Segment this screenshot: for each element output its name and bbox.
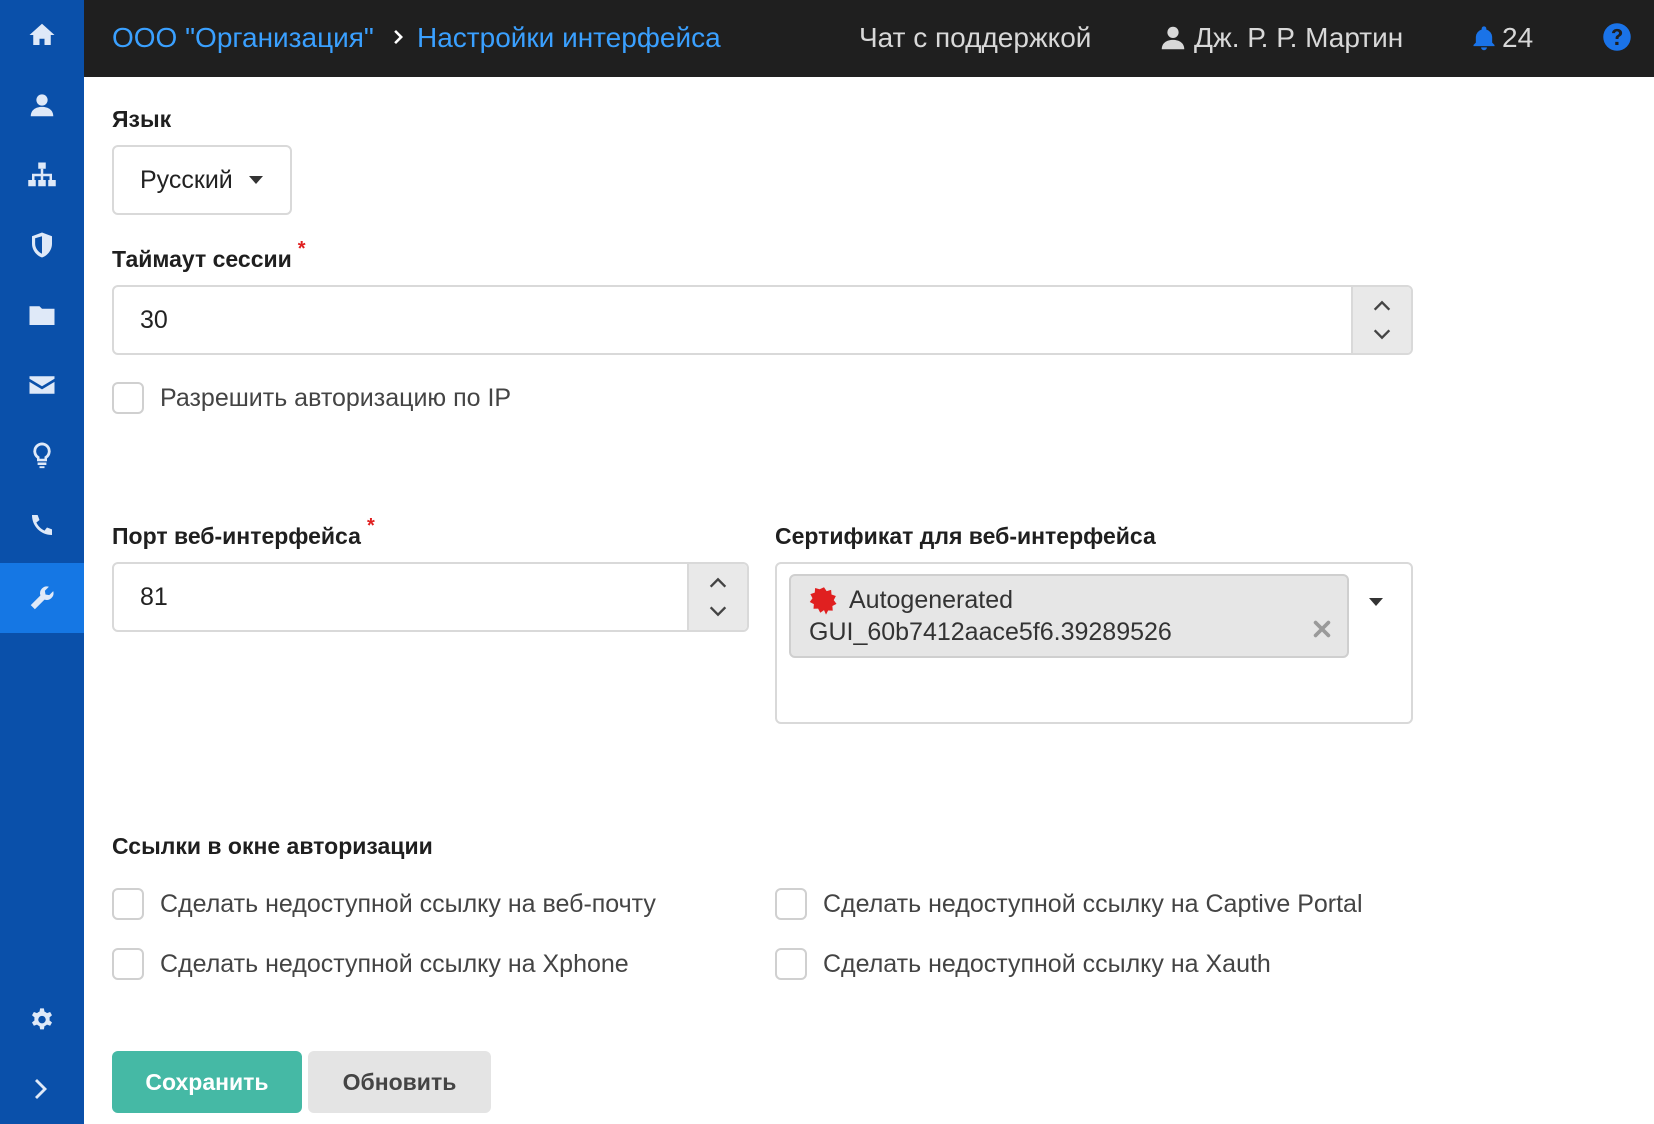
- certificate-name-line2: GUI_60b7412aace5f6.39289526: [809, 618, 1172, 646]
- user-icon: [1161, 26, 1185, 50]
- chevron-up-icon[interactable]: [1371, 295, 1393, 317]
- sidebar-item-phone[interactable]: [0, 490, 84, 560]
- caret-down-icon[interactable]: [1369, 598, 1383, 606]
- disable-captive-portal-link-checkbox[interactable]: [775, 888, 807, 920]
- disable-xauth-link-label: Сделать недоступной ссылку на Xauth: [823, 950, 1271, 978]
- session-timeout-input[interactable]: 30: [112, 285, 1413, 355]
- gear-icon: [32, 1008, 52, 1030]
- sidebar-item-settings-tools[interactable]: [0, 563, 84, 633]
- web-port-label-text: Порт веб-интерфейса: [112, 523, 361, 549]
- sidebar-item-system-settings[interactable]: [0, 984, 84, 1054]
- required-mark: *: [297, 238, 306, 260]
- certificate-name-line1: Autogenerated: [849, 586, 1014, 614]
- chevron-right-icon: [35, 1079, 47, 1099]
- top-bar: ООО "Организация" Настройки интерфейса Ч…: [84, 0, 1654, 77]
- phone-icon: [32, 515, 52, 535]
- sidebar-item-structure[interactable]: [0, 140, 84, 210]
- session-timeout-stepper[interactable]: [1351, 287, 1411, 353]
- disable-webmail-link-checkbox[interactable]: [112, 888, 144, 920]
- auth-links-title: Ссылки в окне авторизации: [112, 833, 433, 859]
- caret-down-icon: [248, 176, 263, 184]
- user-icon: [30, 94, 54, 117]
- sidebar-item-files[interactable]: [0, 280, 84, 350]
- disable-captive-portal-link-label: Сделать недоступной ссылку на Captive Po…: [823, 890, 1363, 918]
- chevron-right-icon: [394, 30, 403, 44]
- allow-ip-auth-label: Разрешить авторизацию по IP: [160, 384, 512, 412]
- user-menu[interactable]: Дж. Р. Р. Мартин: [1158, 18, 1403, 58]
- web-port-value: 81: [140, 583, 168, 611]
- disable-xphone-link-checkbox[interactable]: [112, 948, 144, 980]
- sidebar: [0, 0, 84, 1124]
- certificate-select[interactable]: Autogenerated GUI_60b7412aace5f6.3928952…: [775, 562, 1413, 724]
- lightbulb-icon: [33, 442, 51, 469]
- notifications-button[interactable]: 24: [1470, 18, 1533, 58]
- allow-ip-auth-checkbox[interactable]: [112, 382, 144, 414]
- chevron-down-icon[interactable]: [1371, 323, 1393, 345]
- sidebar-expand[interactable]: [0, 1054, 84, 1124]
- required-mark: *: [366, 515, 375, 537]
- home-icon: [29, 23, 55, 45]
- support-chat-link[interactable]: Чат с поддержкой: [859, 18, 1091, 58]
- sidebar-item-home[interactable]: [0, 0, 84, 70]
- sitemap-icon: [28, 162, 56, 187]
- chevron-down-icon[interactable]: [707, 600, 729, 622]
- session-timeout-value: 30: [140, 306, 168, 334]
- help-button[interactable]: [1602, 22, 1632, 52]
- sidebar-item-security[interactable]: [0, 210, 84, 280]
- breadcrumb-organization[interactable]: ООО "Организация": [112, 18, 374, 58]
- remove-icon[interactable]: [1311, 618, 1333, 640]
- folder-icon: [29, 306, 55, 325]
- disable-xphone-link-label: Сделать недоступной ссылку на Xphone: [160, 950, 629, 978]
- shield-icon: [32, 232, 52, 258]
- web-port-label: Порт веб-интерфейса *: [112, 515, 375, 550]
- certificate-label: Сертификат для веб-интерфейса: [775, 523, 1156, 549]
- web-port-input[interactable]: 81: [112, 562, 749, 632]
- refresh-button[interactable]: Обновить: [308, 1051, 491, 1113]
- notifications-count: 24: [1502, 22, 1534, 53]
- wrench-icon: [30, 586, 54, 610]
- certificate-selected-tag: Autogenerated GUI_60b7412aace5f6.3928952…: [789, 574, 1349, 658]
- sidebar-item-mail[interactable]: [0, 350, 84, 420]
- language-select[interactable]: Русский: [112, 145, 292, 215]
- sidebar-item-ideas[interactable]: [0, 420, 84, 490]
- session-timeout-label-text: Таймаут сессии: [112, 246, 292, 272]
- user-name: Дж. Р. Р. Мартин: [1194, 22, 1404, 53]
- breadcrumb-current-page: Настройки интерфейса: [417, 22, 721, 53]
- save-button[interactable]: Сохранить: [112, 1051, 302, 1113]
- chevron-up-icon[interactable]: [707, 572, 729, 594]
- session-timeout-label: Таймаут сессии *: [112, 238, 306, 273]
- envelope-icon: [29, 376, 55, 394]
- bell-icon: [1473, 26, 1495, 51]
- language-value: Русский: [140, 165, 233, 194]
- web-port-stepper[interactable]: [687, 564, 747, 630]
- language-label: Язык: [112, 106, 172, 132]
- certificate-badge-icon: [809, 587, 837, 615]
- disable-webmail-link-label: Сделать недоступной ссылку на веб-почту: [160, 890, 656, 918]
- disable-xauth-link-checkbox[interactable]: [775, 948, 807, 980]
- question-circle-icon: [1603, 23, 1631, 51]
- sidebar-item-users[interactable]: [0, 70, 84, 140]
